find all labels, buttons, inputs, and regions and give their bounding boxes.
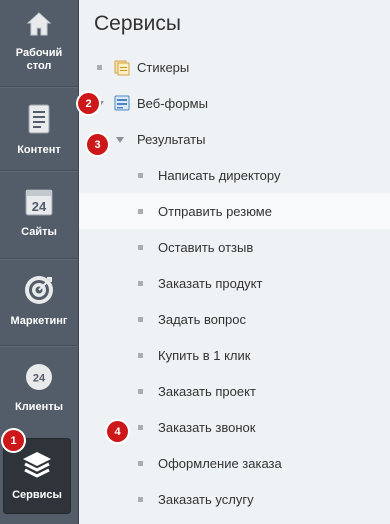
bullet-icon xyxy=(138,353,143,358)
tree-item-stickers[interactable]: Стикеры xyxy=(79,49,390,85)
tree-item-label: Заказать проект xyxy=(158,383,256,399)
tree-item-result-form[interactable]: Заказать проект xyxy=(79,373,390,409)
bullet-icon xyxy=(138,425,143,430)
tree-item-label: Заказать звонок xyxy=(158,419,256,435)
tree-item-label: Заказать услугу xyxy=(158,491,254,507)
layers-icon xyxy=(21,450,53,484)
tree-item-label: Стикеры xyxy=(137,59,190,75)
tree-item-label: Написать директору xyxy=(158,167,281,183)
document-icon xyxy=(25,103,53,139)
home-icon xyxy=(25,10,53,42)
sidebar-item-label: Контент xyxy=(17,144,61,156)
tree-item-label: Результаты xyxy=(137,131,206,147)
callout-badge: 2 xyxy=(78,93,99,114)
calendar-24-icon: 24 xyxy=(24,187,54,221)
target-icon xyxy=(23,274,55,310)
tree-item-result-form[interactable]: Отправить резюме xyxy=(79,193,390,229)
sidebar-divider xyxy=(0,170,78,172)
tree-item-webforms[interactable]: Веб-формы xyxy=(79,85,390,121)
tree-item-result-form[interactable]: Задать вопрос xyxy=(79,301,390,337)
sidebar-item-sites[interactable]: 24 Сайты xyxy=(0,187,78,239)
callout-badge: 1 xyxy=(3,430,24,451)
bullet-icon xyxy=(97,65,102,70)
sidebar-item-label: Рабочий стол xyxy=(15,47,63,72)
stickers-icon xyxy=(114,60,130,79)
tree-item-label: Отправить резюме xyxy=(158,203,272,219)
bullet-icon xyxy=(138,245,143,250)
tree-item-results[interactable]: Результаты xyxy=(79,121,390,157)
tree-item-label: Веб-формы xyxy=(137,95,208,111)
sidebar-divider xyxy=(0,86,78,88)
callout-badge: 3 xyxy=(87,134,108,155)
svg-text:24: 24 xyxy=(32,199,47,214)
bullet-icon xyxy=(138,209,143,214)
bullet-icon xyxy=(138,317,143,322)
tree-item-result-form[interactable]: Написать директору xyxy=(79,157,390,193)
bullet-icon xyxy=(138,461,143,466)
sidebar-item-label: Клиенты xyxy=(14,401,63,413)
clock-24-icon: 24 xyxy=(24,362,54,396)
tree-item-label: Заказать продукт xyxy=(158,275,263,291)
tree-item-label: Оставить отзыв xyxy=(158,239,254,255)
sidebar-item-clients[interactable]: 24 Клиенты xyxy=(0,362,78,414)
sidebar-item-content[interactable]: Контент xyxy=(0,103,78,157)
webform-icon xyxy=(114,95,130,114)
sidebar-divider xyxy=(0,345,78,347)
sidebar-item-desktop[interactable]: Рабочий стол xyxy=(0,10,78,73)
callout-badge: 4 xyxy=(107,421,128,442)
expand-caret-icon[interactable] xyxy=(116,137,124,143)
bullet-icon xyxy=(138,497,143,502)
sidebar-item-label: Маркетинг xyxy=(10,315,68,327)
tree-item-result-form[interactable]: Оставить отзыв xyxy=(79,229,390,265)
page-title: Сервисы xyxy=(94,12,182,35)
tree-item-label: Оформление заказа xyxy=(158,455,282,471)
sidebar-item-marketing[interactable]: Маркетинг xyxy=(0,274,78,328)
tree-item-result-form[interactable]: Заказать продукт xyxy=(79,265,390,301)
sidebar-item-label: Сайты xyxy=(21,226,57,238)
tree-item-label: Задать вопрос xyxy=(158,311,246,327)
tree-item-result-form[interactable]: Заказать услугу xyxy=(79,481,390,517)
sidebar-item-label: Сервисы xyxy=(12,489,62,501)
bullet-icon xyxy=(138,281,143,286)
tree-item-result-form[interactable]: Купить в 1 клик xyxy=(79,337,390,373)
tree-item-label: Купить в 1 клик xyxy=(158,347,251,363)
bullet-icon xyxy=(138,173,143,178)
bullet-icon xyxy=(138,389,143,394)
main-panel: Сервисы Стикеры Веб-формы Результаты Нап… xyxy=(79,0,390,524)
sidebar-divider xyxy=(0,258,78,260)
tree-item-result-form[interactable]: Оформление заказа xyxy=(79,445,390,481)
svg-text:24: 24 xyxy=(33,373,46,385)
